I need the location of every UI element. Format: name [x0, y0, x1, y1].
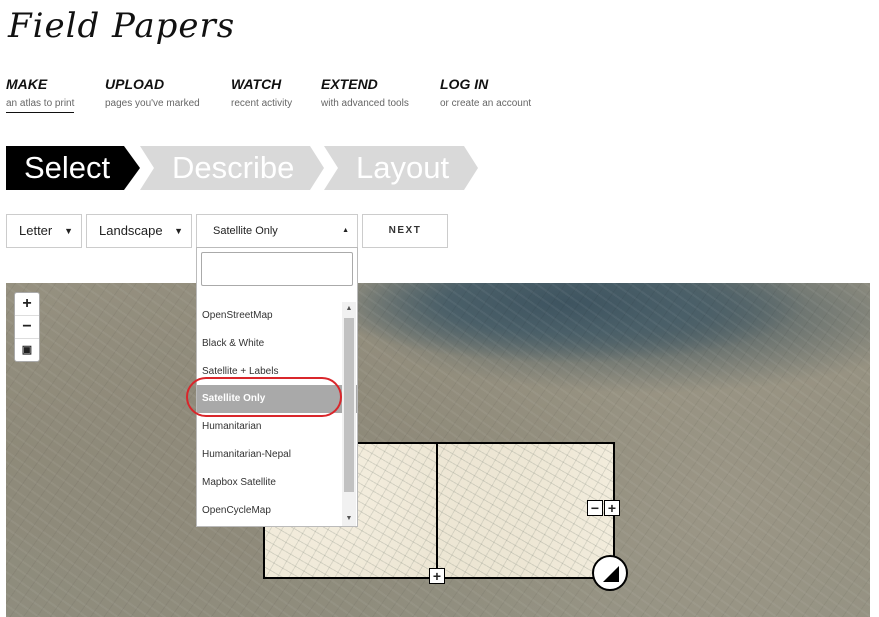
- add-row-button[interactable]: +: [429, 568, 445, 584]
- remove-column-button[interactable]: −: [587, 500, 603, 516]
- nav-extend[interactable]: EXTEND with advanced tools: [321, 76, 409, 109]
- map-style-value: Satellite Only: [213, 225, 278, 237]
- resize-handle-icon[interactable]: [592, 555, 628, 591]
- nav-watch[interactable]: WATCH recent activity: [231, 76, 292, 109]
- scroll-down-icon[interactable]: ▼: [342, 512, 356, 526]
- chevron-down-icon: ▼: [64, 226, 73, 236]
- paper-size-value: Letter: [19, 223, 53, 238]
- step-describe: Describe: [140, 146, 324, 190]
- chevron-up-icon: ▲: [342, 227, 349, 234]
- nav-watch-title: WATCH: [231, 76, 282, 92]
- map-zoom-control: + − ▣: [14, 292, 40, 362]
- orientation-value: Landscape: [99, 223, 163, 238]
- scrollbar-thumb[interactable]: [344, 318, 354, 492]
- orientation-select[interactable]: Landscape ▼: [86, 214, 192, 248]
- step-layout: Layout: [324, 146, 478, 190]
- option-humanitarian[interactable]: Humanitarian: [197, 413, 357, 441]
- page-divider: [436, 444, 438, 577]
- dropdown-scrollbar[interactable]: ▲ ▼: [342, 302, 356, 526]
- option-openstreetmap[interactable]: OpenStreetMap: [197, 302, 357, 330]
- paper-size-select[interactable]: Letter ▼: [6, 214, 82, 248]
- option-opencyclemap[interactable]: OpenCycleMap: [197, 497, 357, 525]
- option-mapbox-satellite[interactable]: Mapbox Satellite: [197, 469, 357, 497]
- nav-upload[interactable]: UPLOAD pages you've marked: [105, 76, 200, 109]
- map-view[interactable]: + − ▣ − + +: [6, 283, 870, 617]
- step-select: Select: [6, 146, 140, 190]
- nav-upload-sub: pages you've marked: [105, 98, 200, 109]
- nav-login-sub: or create an account: [440, 98, 532, 109]
- nav-make-title: MAKE: [6, 76, 48, 92]
- nav-upload-title: UPLOAD: [105, 76, 165, 92]
- chevron-down-icon: ▼: [174, 226, 183, 236]
- nav-extend-title: EXTEND: [321, 76, 378, 92]
- zoom-in-button[interactable]: +: [15, 293, 39, 316]
- zoom-out-button[interactable]: −: [15, 316, 39, 339]
- map-style-select[interactable]: Satellite Only ▲: [196, 214, 358, 248]
- selection-highlight-ring: [186, 377, 342, 417]
- next-button[interactable]: NEXT: [362, 214, 448, 248]
- nav-watch-sub: recent activity: [231, 98, 293, 109]
- option-humanitarian-nepal[interactable]: Humanitarian-Nepal: [197, 441, 357, 469]
- nav-login-title: LOG IN: [440, 76, 489, 92]
- nav-make-sub: an atlas to print: [6, 98, 75, 113]
- map-style-search-input[interactable]: [201, 252, 353, 286]
- nav-login[interactable]: LOG IN or create an account: [440, 76, 531, 109]
- nav-make[interactable]: MAKE an atlas to print: [6, 76, 75, 113]
- nav-extend-sub: with advanced tools: [321, 98, 409, 109]
- scroll-up-icon[interactable]: ▲: [342, 302, 356, 316]
- add-column-button[interactable]: +: [604, 500, 620, 516]
- option-black-white[interactable]: Black & White: [197, 330, 357, 358]
- select-area-icon[interactable]: ▣: [15, 339, 39, 361]
- field-papers-logo[interactable]: Field Papers: [8, 6, 235, 46]
